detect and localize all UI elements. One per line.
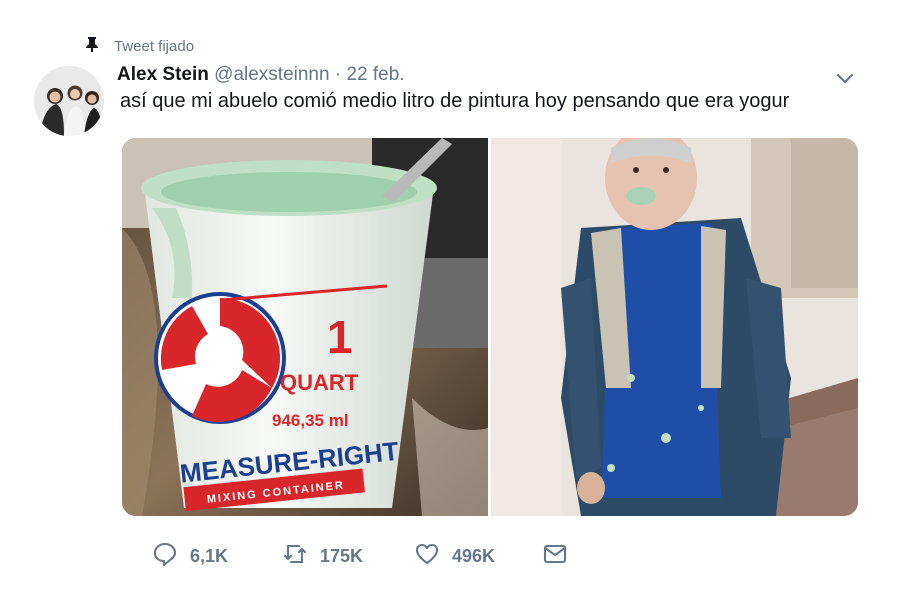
paint-container-photo[interactable]: 1 QUART 946,35 ml MEASURE-RIGHT MIXING C… [122, 138, 488, 516]
pin-icon [84, 36, 100, 56]
author-handle[interactable]: @alexsteinnn [214, 64, 329, 85]
reply-count: 6,1K [190, 546, 229, 566]
retweet-count: 175K [320, 546, 364, 566]
pinned-label: Tweet fijado [114, 37, 195, 55]
reply-button[interactable]: 6,1K [152, 541, 282, 572]
container-ml: 946,35 ml [272, 411, 349, 430]
retweet-button[interactable]: 175K [282, 541, 414, 572]
envelope-icon [542, 541, 568, 572]
grandfather-photo[interactable] [491, 138, 858, 516]
tweet-date[interactable]: 22 feb. [346, 64, 404, 85]
reply-icon [152, 541, 178, 572]
author-name[interactable]: Alex Stein [117, 64, 209, 85]
like-count: 496K [452, 546, 496, 566]
avatar[interactable] [34, 66, 104, 136]
direct-message-button[interactable] [542, 541, 568, 572]
container-number: 1 [327, 311, 353, 363]
chevron-down-icon[interactable] [834, 70, 856, 88]
container-unit: QUART [280, 370, 359, 395]
pinned-tweet-indicator: Tweet fijado [84, 36, 194, 56]
heart-icon [414, 541, 440, 572]
tweet-actions: 6,1K 175K 496K [152, 541, 568, 572]
tweet-header: Alex Stein @alexsteinnn · 22 feb. [117, 64, 405, 86]
tweet-text: así que mi abuelo comió medio litro de p… [120, 90, 790, 112]
tweet-media[interactable]: 1 QUART 946,35 ml MEASURE-RIGHT MIXING C… [122, 138, 858, 516]
like-button[interactable]: 496K [414, 541, 542, 572]
retweet-icon [282, 541, 308, 572]
header-separator: · [334, 64, 342, 85]
